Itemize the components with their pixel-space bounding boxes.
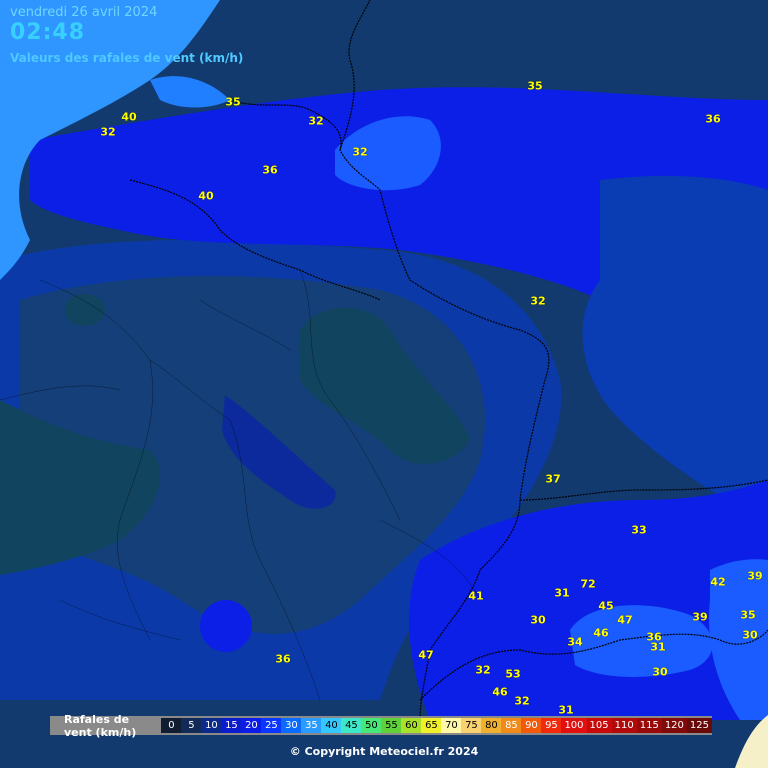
- gust-value-label: 36: [275, 652, 291, 666]
- legend-step: 60: [401, 718, 422, 733]
- gust-value-label: 39: [692, 610, 708, 624]
- legend-step: 115: [636, 718, 662, 733]
- gust-value-label: 34: [567, 635, 583, 649]
- gust-value-label: 32: [308, 114, 324, 128]
- gust-value-label: 47: [617, 613, 633, 627]
- legend-step: 65: [421, 718, 442, 733]
- legend-label: Rafales de vent (km/h): [64, 712, 137, 739]
- gust-value-label: 40: [198, 189, 214, 203]
- gust-value-label: 35: [225, 95, 241, 109]
- legend-step: 0: [161, 718, 182, 733]
- legend-step: 50: [361, 718, 382, 733]
- legend-step: 125: [686, 718, 712, 733]
- legend-step: 30: [281, 718, 302, 733]
- legend-step: 110: [611, 718, 637, 733]
- legend-swatches: 0 5 10 15 20 25 30 35 40 45 50 55 60 65 70 75 80 85 90 95 10…: [161, 718, 712, 733]
- legend-step: 40: [321, 718, 342, 733]
- zone-light-southeast: [570, 605, 713, 677]
- legend-step: 5: [181, 718, 202, 733]
- legend-step: 20: [241, 718, 262, 733]
- gust-value-label: 42: [710, 575, 726, 589]
- gust-value-label: 32: [100, 125, 116, 139]
- copyright-notice: © Copyright Meteociel.fr 2024: [289, 745, 479, 758]
- gust-value-label: 40: [121, 110, 137, 124]
- legend-step: 80: [481, 718, 502, 733]
- legend-step: 35: [301, 718, 322, 733]
- gust-value-label: 47: [418, 648, 434, 662]
- legend-step: 95: [541, 718, 562, 733]
- legend-step: 120: [661, 718, 687, 733]
- gust-value-label: 30: [652, 665, 668, 679]
- gust-value-label: 30: [742, 628, 758, 642]
- legend-step: 75: [461, 718, 482, 733]
- gust-value-label: 36: [705, 112, 721, 126]
- gust-value-label: 72: [580, 577, 596, 591]
- gust-value-label: 33: [631, 523, 647, 537]
- legend-step: 10: [201, 718, 222, 733]
- legend-step: 90: [521, 718, 542, 733]
- legend-step: 100: [561, 718, 587, 733]
- gust-value-label: 53: [505, 667, 521, 681]
- gust-value-label: 37: [545, 472, 561, 486]
- legend-step: 15: [221, 718, 242, 733]
- legend-bar: Rafales de vent (km/h) 0 5 10 15 20 25 30 35 40 4…: [50, 713, 712, 739]
- gust-value-label: 46: [593, 626, 609, 640]
- gust-value-label: 45: [598, 599, 614, 613]
- forecast-date: vendredi 26 avril 2024: [10, 5, 158, 20]
- gust-value-label: 32: [475, 663, 491, 677]
- legend-step: 45: [341, 718, 362, 733]
- gust-value-label: 31: [558, 703, 574, 717]
- map-subtitle: Valeurs des rafales de vent (km/h): [10, 51, 244, 65]
- gust-value-label: 41: [468, 589, 484, 603]
- gust-value-label: 32: [352, 145, 368, 159]
- legend-step: 25: [261, 718, 282, 733]
- gust-value-label: 31: [554, 586, 570, 600]
- gust-value-label: 39: [747, 569, 763, 583]
- gust-value-label: 32: [514, 694, 530, 708]
- gust-value-label: 36: [262, 163, 278, 177]
- legend-step: 70: [441, 718, 462, 733]
- legend-step: 55: [381, 718, 402, 733]
- gust-value-label: 35: [527, 79, 543, 93]
- gust-value-label: 31: [650, 640, 666, 654]
- gust-value-label: 30: [530, 613, 546, 627]
- zone-blob-southwest: [200, 600, 252, 652]
- gust-value-label: 32: [530, 294, 546, 308]
- legend-step: 105: [586, 718, 612, 733]
- forecast-time: 02:48: [10, 20, 86, 45]
- gust-value-label: 35: [740, 608, 756, 622]
- gust-value-label: 46: [492, 685, 508, 699]
- legend-step: 85: [501, 718, 522, 733]
